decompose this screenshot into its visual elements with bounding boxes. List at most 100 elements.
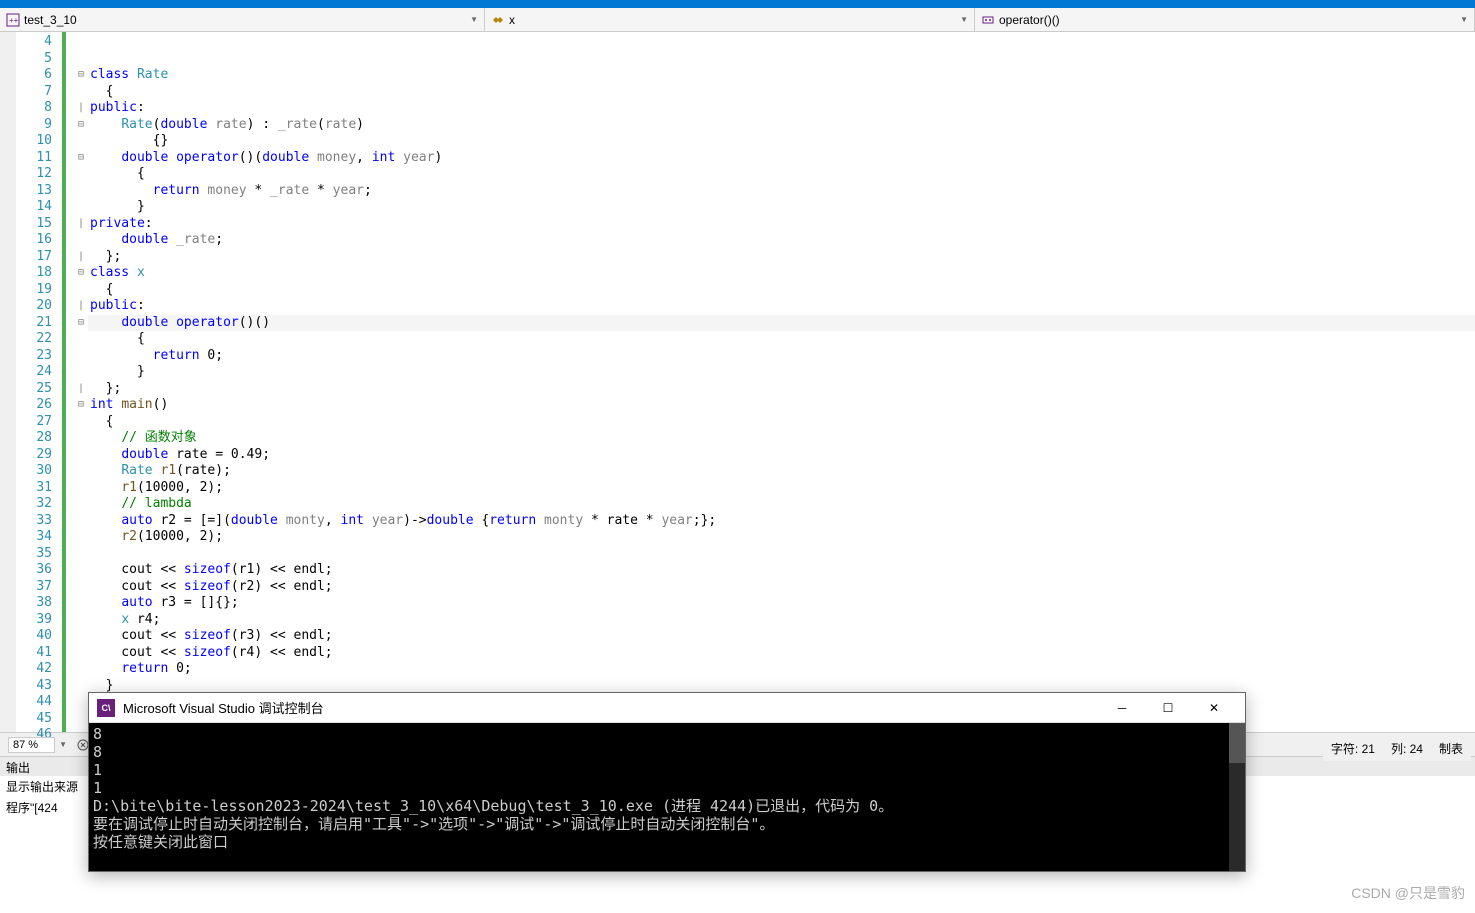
code-line[interactable]: }; [88,381,1475,398]
code-line[interactable] [88,546,1475,563]
code-line[interactable]: {} [88,133,1475,150]
code-line[interactable]: { [88,414,1475,431]
code-line[interactable]: private: [88,216,1475,233]
console-line: D:\bite\bite-lesson2023-2024\test_3_10\x… [93,797,1241,815]
line-number: 21 [16,315,52,332]
watermark: CSDN @只是雪豹 [1351,883,1465,903]
fold-toggle[interactable]: ⊟ [74,67,88,84]
scrollbar-thumb[interactable] [1229,723,1245,763]
code-line[interactable] [88,34,1475,51]
zoom-dropdown[interactable]: 87 % [8,737,55,753]
minimize-button[interactable]: ─ [1099,694,1145,722]
fold-guide [74,546,88,563]
output-source-label: 显示输出来源 [6,780,78,794]
code-line[interactable]: // 函数对象 [88,430,1475,447]
line-number: 4 [16,34,52,51]
editor-gutter [0,32,16,732]
code-line[interactable]: return 0; [88,661,1475,678]
tab-mode: 制表 [1439,740,1463,757]
code-line[interactable]: cout << sizeof(r2) << endl; [88,579,1475,596]
code-line[interactable]: } [88,199,1475,216]
line-number: 36 [16,562,52,579]
fold-guide [74,199,88,216]
line-number: 18 [16,265,52,282]
code-line[interactable]: } [88,364,1475,381]
fold-toggle[interactable]: ⊟ [74,265,88,282]
method-icon [981,13,995,27]
fold-guide [74,34,88,51]
chevron-down-icon: ▼ [470,15,478,24]
console-output[interactable]: 8811D:\bite\bite-lesson2023-2024\test_3_… [89,723,1245,871]
scope-dropdown-member[interactable]: operator()() ▼ [975,8,1475,31]
fold-guide [74,348,88,365]
console-titlebar[interactable]: C\ Microsoft Visual Studio 调试控制台 ─ ☐ ✕ [89,693,1245,723]
code-line[interactable]: double _rate; [88,232,1475,249]
code-line[interactable] [88,51,1475,68]
code-line[interactable]: Rate(double rate) : _rate(rate) [88,117,1475,134]
code-line[interactable]: { [88,282,1475,299]
code-line[interactable]: class Rate [88,67,1475,84]
fold-toggle[interactable]: ⊟ [74,117,88,134]
fold-guide [74,529,88,546]
code-line[interactable]: r1(10000, 2); [88,480,1475,497]
code-line[interactable]: return 0; [88,348,1475,365]
vs-icon: C\ [97,699,115,717]
fold-toggle[interactable]: ⊟ [74,397,88,414]
code-line[interactable]: public: [88,298,1475,315]
fold-toggle[interactable]: ⊟ [74,315,88,332]
line-number: 43 [16,678,52,695]
fold-guide [74,694,88,711]
scope-class-label: x [509,13,515,27]
console-title: Microsoft Visual Studio 调试控制台 [123,698,1099,717]
debug-console-window: C\ Microsoft Visual Studio 调试控制台 ─ ☐ ✕ 8… [88,692,1246,872]
scope-member-label: operator()() [999,13,1060,27]
code-editor[interactable]: 4567891011121314151617181920212223242526… [0,32,1475,732]
line-number: 14 [16,199,52,216]
scope-dropdown-file[interactable]: ++ test_3_10 ▼ [0,8,485,31]
class-icon [491,13,505,27]
fold-guide [74,711,88,728]
zoom-control[interactable]: 87 % ▼ [8,737,67,753]
scope-dropdown-class[interactable]: x ▼ [485,8,975,31]
chevron-down-icon: ▼ [59,740,67,749]
code-line[interactable]: { [88,84,1475,101]
code-line[interactable]: int main() [88,397,1475,414]
close-button[interactable]: ✕ [1191,694,1237,722]
fold-toggle[interactable]: ⊟ [74,150,88,167]
saved-change-indicator [62,32,66,732]
code-line[interactable]: cout << sizeof(r4) << endl; [88,645,1475,662]
code-line[interactable]: public: [88,100,1475,117]
code-line[interactable]: double operator()(double money, int year… [88,150,1475,167]
line-number: 23 [16,348,52,365]
fold-guide [74,480,88,497]
code-line[interactable]: class x [88,265,1475,282]
line-number: 7 [16,84,52,101]
line-number: 9 [16,117,52,134]
fold-guide [74,84,88,101]
console-scrollbar[interactable] [1229,723,1245,871]
line-number: 45 [16,711,52,728]
fold-guide [74,628,88,645]
fold-margin[interactable]: ⊟|⊟⊟||⊟|⊟|⊟ [74,32,88,732]
line-number: 30 [16,463,52,480]
code-line[interactable]: auto r2 = [=](double monty, int year)->d… [88,513,1475,530]
code-line[interactable]: cout << sizeof(r3) << endl; [88,628,1475,645]
code-line[interactable]: double operator()() [88,315,1475,332]
code-line[interactable]: double rate = 0.49; [88,447,1475,464]
code-line[interactable]: cout << sizeof(r1) << endl; [88,562,1475,579]
code-line[interactable]: }; [88,249,1475,266]
code-line[interactable]: // lambda [88,496,1475,513]
code-text[interactable]: class Rate {public: Rate(double rate) : … [88,32,1475,732]
code-line[interactable]: return money * _rate * year; [88,183,1475,200]
line-number: 33 [16,513,52,530]
code-line[interactable]: r2(10000, 2); [88,529,1475,546]
code-line[interactable]: Rate r1(rate); [88,463,1475,480]
code-line[interactable]: { [88,166,1475,183]
maximize-button[interactable]: ☐ [1145,694,1191,722]
column-position: 列: 24 [1391,740,1423,757]
code-line[interactable]: x r4; [88,612,1475,629]
code-line[interactable]: auto r3 = []{}; [88,595,1475,612]
console-line: 1 [93,779,1241,797]
line-number: 25 [16,381,52,398]
code-line[interactable]: { [88,331,1475,348]
